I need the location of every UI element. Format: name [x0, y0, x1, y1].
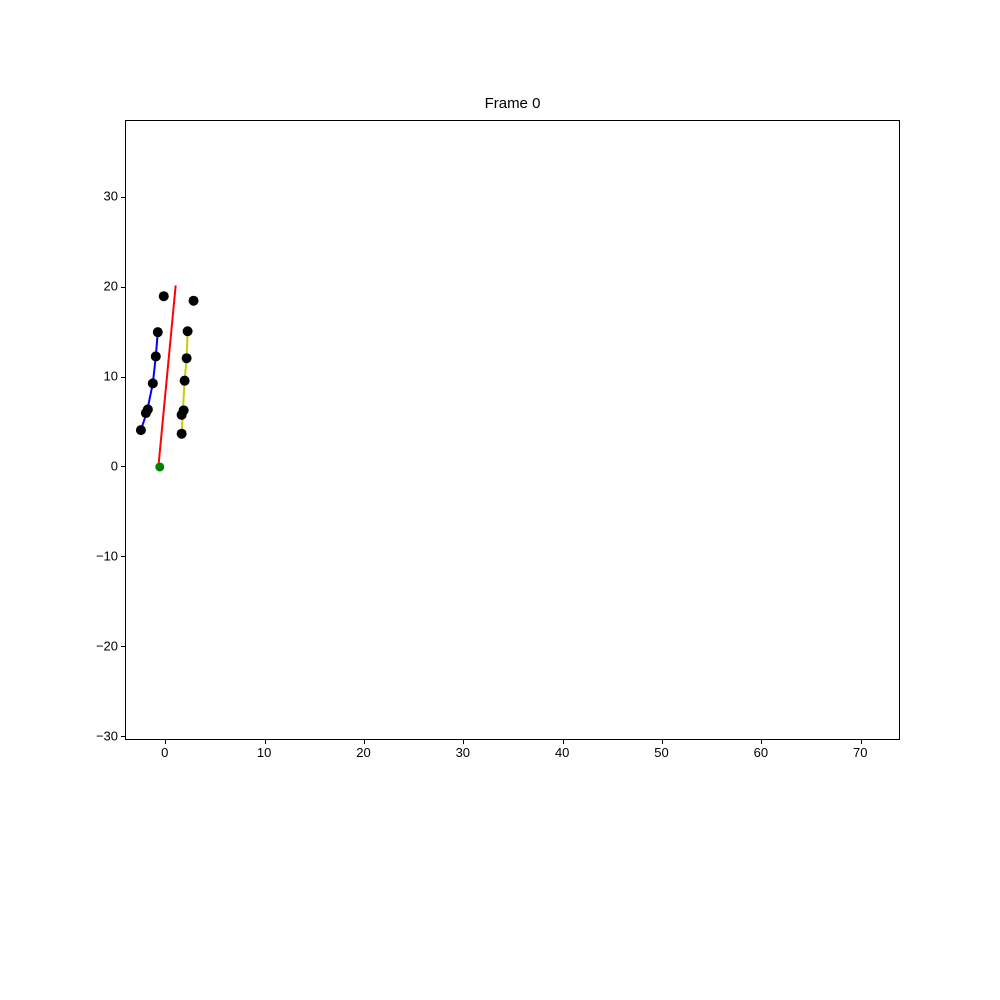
x-tick-label: 10 [257, 745, 271, 760]
y-tick-label: −10 [96, 548, 118, 563]
black-dots-point [143, 404, 153, 414]
y-tick [121, 197, 126, 198]
black-dots-point [182, 353, 192, 363]
x-tick [861, 739, 862, 744]
x-tick-label: 50 [654, 745, 668, 760]
x-tick [364, 739, 365, 744]
x-tick [463, 739, 464, 744]
black-dots-point [180, 376, 190, 386]
green-dot-point [155, 462, 164, 471]
black-dots-point [151, 351, 161, 361]
y-tick-label: 20 [104, 279, 118, 294]
y-tick [121, 377, 126, 378]
x-tick-label: 20 [356, 745, 370, 760]
x-tick [265, 739, 266, 744]
chart-container [125, 120, 900, 740]
x-tick [165, 739, 166, 744]
x-tick-label: 60 [754, 745, 768, 760]
black-dots-point [177, 410, 187, 420]
plot-svg [126, 121, 899, 739]
y-tick-label: 0 [111, 458, 118, 473]
x-tick [563, 739, 564, 744]
black-dots-point [153, 327, 163, 337]
x-tick-label: 40 [555, 745, 569, 760]
x-tick [662, 739, 663, 744]
y-tick [121, 736, 126, 737]
red-line [159, 285, 176, 462]
x-tick-label: 0 [161, 745, 168, 760]
y-tick-label: −20 [96, 638, 118, 653]
y-tick-label: 30 [104, 189, 118, 204]
black-dots-point [148, 378, 158, 388]
y-tick-label: −30 [96, 728, 118, 743]
y-tick [121, 556, 126, 557]
y-tick [121, 646, 126, 647]
x-tick-label: 30 [456, 745, 470, 760]
black-dots-point [183, 326, 193, 336]
y-tick [121, 287, 126, 288]
black-dots-point [159, 291, 169, 301]
plot-area [125, 120, 900, 740]
black-dots-point [177, 429, 187, 439]
y-tick-label: 10 [104, 369, 118, 384]
chart-title: Frame 0 [125, 95, 900, 112]
x-tick [761, 739, 762, 744]
y-tick [121, 466, 126, 467]
black-dots-point [136, 425, 146, 435]
x-tick-label: 70 [853, 745, 867, 760]
black-dots-point [189, 296, 199, 306]
